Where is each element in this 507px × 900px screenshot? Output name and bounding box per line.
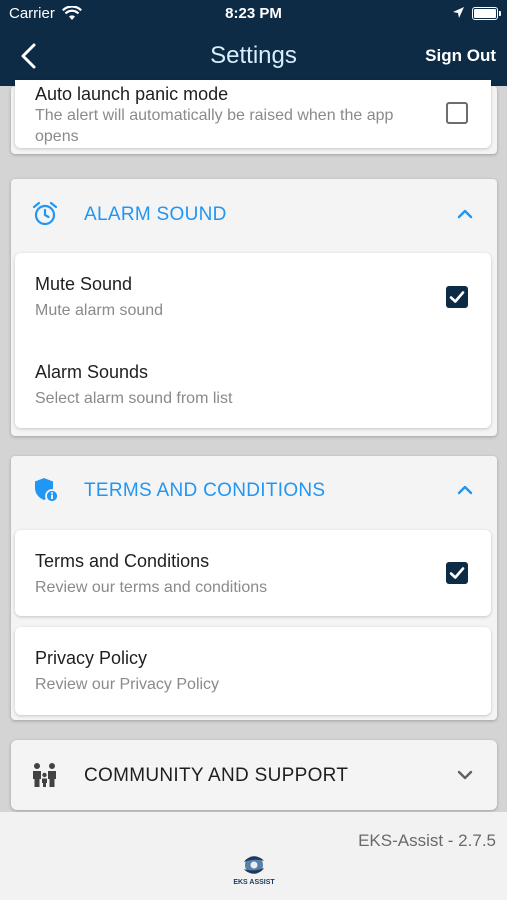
list-item-auto-launch[interactable]: Auto launch panic mode The alert will au… <box>15 80 491 148</box>
alarm-sound-header[interactable]: ALARM SOUND <box>11 179 497 249</box>
privacy-subtitle: Review our Privacy Policy <box>35 676 220 693</box>
auto-launch-checkbox[interactable] <box>446 102 468 124</box>
privacy-title: Privacy Policy <box>35 648 148 668</box>
family-icon <box>33 763 56 787</box>
panic-section: Auto launch panic mode The alert will au… <box>11 80 497 154</box>
battery-icon <box>472 7 501 20</box>
chevron-up-icon[interactable] <box>457 485 473 495</box>
checkmark-icon <box>449 291 465 303</box>
mute-sound-subtitle: Mute alarm sound <box>35 302 164 319</box>
alarm-sound-heading: ALARM SOUND <box>84 204 227 225</box>
footer: EKS-Assist - 2.7.5 EKS ASSIST <box>0 812 507 900</box>
terms-checkbox[interactable] <box>446 562 468 584</box>
list-item-alarm-sounds[interactable]: Alarm Sounds Select alarm sound from lis… <box>15 341 491 428</box>
alarm-clock-icon <box>32 201 58 226</box>
terms-heading: TERMS AND CONDITIONS <box>84 480 326 501</box>
terms-section: TERMS AND CONDITIONS Terms and Condition… <box>11 456 497 720</box>
status-time: 8:23 PM <box>225 5 282 22</box>
alarm-sound-section: ALARM SOUND Mute Sound Mute alarm sound … <box>11 179 497 436</box>
list-item-privacy[interactable]: Privacy Policy Review our Privacy Policy <box>15 627 491 715</box>
checkmark-icon <box>449 567 465 579</box>
community-header[interactable]: COMMUNITY AND SUPPORT <box>11 740 497 810</box>
mute-sound-title: Mute Sound <box>35 274 133 294</box>
alarm-sound-items: Mute Sound Mute alarm sound Alarm Sounds… <box>15 253 491 428</box>
list-item-terms[interactable]: Terms and Conditions Review our terms an… <box>15 530 491 616</box>
list-item-mute-sound[interactable]: Mute Sound Mute alarm sound <box>15 253 491 341</box>
shield-icon <box>35 478 59 503</box>
eks-assist-logo: EKS ASSIST <box>228 852 280 892</box>
auto-launch-title: Auto launch panic mode <box>35 84 229 104</box>
auto-launch-subtitle: The alert will automatically be raised w… <box>35 107 394 145</box>
chevron-up-icon[interactable] <box>457 209 473 219</box>
alarm-sounds-subtitle: Select alarm sound from list <box>35 390 233 407</box>
community-section: COMMUNITY AND SUPPORT <box>11 740 497 810</box>
mute-sound-checkbox[interactable] <box>446 286 468 308</box>
location-arrow-icon <box>453 7 464 18</box>
logo-text: EKS ASSIST <box>233 879 275 886</box>
alarm-sounds-title: Alarm Sounds <box>35 362 149 382</box>
terms-subtitle: Review our terms and conditions <box>35 579 268 596</box>
terms-header[interactable]: TERMS AND CONDITIONS <box>11 456 497 526</box>
terms-title: Terms and Conditions <box>35 551 210 571</box>
sign-out-button[interactable]: Sign Out <box>425 46 496 66</box>
logo-icon <box>244 856 264 874</box>
community-heading: COMMUNITY AND SUPPORT <box>84 765 349 786</box>
status-bar: Carrier 8:23 PM <box>0 0 507 28</box>
app-header: Carrier 8:23 PM Settings Sign Out <box>0 0 507 86</box>
app-version: EKS-Assist - 2.7.5 <box>358 831 496 850</box>
chevron-down-icon[interactable] <box>457 770 473 780</box>
